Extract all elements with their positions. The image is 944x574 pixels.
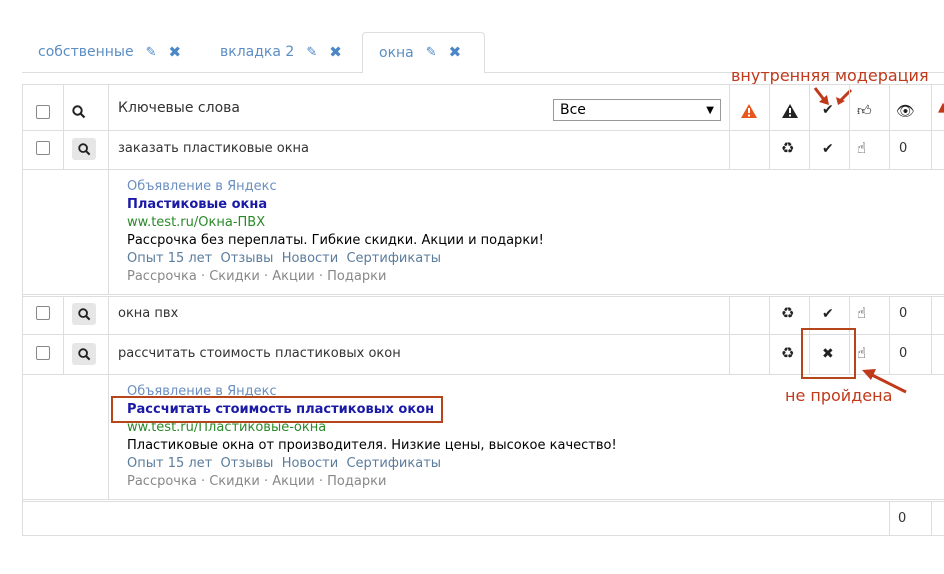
search-icon [77, 347, 90, 360]
select-all-checkbox[interactable] [36, 105, 50, 119]
close-icon[interactable]: ✖ [449, 45, 462, 60]
tab-label: собственные [38, 44, 134, 60]
row-search-button[interactable] [72, 343, 96, 365]
ad-sitelinks[interactable]: Опыт 15 лет Отзывы Новости Сертификаты [127, 455, 617, 473]
ad-callouts: Рассрочка · Скидки · Акции · Подарки [127, 269, 387, 284]
row-count: 0 [899, 346, 908, 361]
ad-url[interactable]: ww.test.ru/Окна-ПВХ [127, 214, 544, 232]
row-count: 0 [899, 306, 908, 321]
search-icon [77, 142, 90, 155]
filter-select-value: Все [560, 102, 586, 118]
highlight-box-title [111, 396, 443, 423]
ad-callouts: Рассрочка · Скидки · Акции · Подарки [127, 474, 387, 489]
check-icon[interactable]: ✔ [822, 306, 834, 322]
footer-total: 0 [898, 511, 907, 526]
thumbs-up-outline-icon[interactable]: ☝︎ [857, 344, 866, 362]
search-icon [77, 307, 90, 320]
recycle-icon[interactable]: ♻ [781, 139, 794, 157]
keywords-header: Ключевые слова [118, 100, 240, 116]
ad-text: Рассрочка без переплаты. Гибкие скидки. … [127, 233, 544, 248]
close-icon[interactable]: ✖ [169, 44, 182, 60]
row-search-button[interactable] [72, 303, 96, 325]
ad-sitelinks[interactable]: Опыт 15 лет Отзывы Новости Сертификаты [127, 250, 544, 268]
ad-text: Пластиковые окна от производителя. Низки… [127, 438, 617, 453]
row-checkbox[interactable] [36, 141, 50, 155]
check-icon[interactable]: ✔ [822, 141, 834, 157]
keyword-text: окна пвх [118, 306, 179, 321]
annotation-not-passed: не пройдена [785, 386, 893, 405]
pencil-icon[interactable]: ✎ [426, 46, 437, 59]
pencil-icon[interactable]: ✎ [146, 46, 157, 59]
search-icon[interactable] [72, 105, 86, 119]
ad-source: Объявление в Яндекс [127, 179, 277, 194]
ad-preview: Объявление в Яндекс Пластиковые окна ww.… [127, 178, 544, 286]
annotation-internal-moderation: внутренняя модерация [731, 66, 929, 85]
row-count: 0 [899, 141, 908, 156]
tab-okna[interactable]: окна ✎ ✖ [362, 32, 485, 73]
moderation-check-icon[interactable]: ✔ [822, 102, 834, 118]
dropdown-arrow-icon: ▼ [706, 104, 714, 116]
thumbs-up-icon[interactable]: 👍︎ [857, 102, 872, 119]
keyword-text: заказать пластиковые окна [118, 141, 310, 156]
recycle-icon[interactable]: ♻ [781, 304, 794, 322]
ad-title[interactable]: Пластиковые окна [127, 196, 544, 214]
warning-icon[interactable] [782, 104, 798, 118]
recycle-icon[interactable]: ♻ [781, 344, 794, 362]
warning-orange-icon[interactable] [741, 104, 757, 118]
tab-sobstvennye[interactable]: собственные ✎ ✖ [22, 32, 197, 72]
tab-vkladka-2[interactable]: вкладка 2 ✎ ✖ [204, 32, 358, 72]
eye-icon[interactable]: 👁︎ [896, 102, 915, 120]
tab-label: окна [379, 44, 414, 61]
row-checkbox[interactable] [36, 346, 50, 360]
row-search-button[interactable] [72, 138, 96, 160]
highlight-box-moderation [801, 328, 856, 379]
filter-select[interactable]: Все ▼ [553, 99, 721, 121]
pencil-icon[interactable]: ✎ [306, 46, 317, 59]
tab-label: вкладка 2 [220, 44, 295, 60]
partial-column-icon: ▲ [938, 100, 944, 114]
thumbs-up-outline-icon[interactable]: ☝︎ [857, 304, 866, 322]
close-icon[interactable]: ✖ [329, 44, 342, 60]
thumbs-up-outline-icon[interactable]: ☝︎ [857, 139, 866, 157]
row-checkbox[interactable] [36, 306, 50, 320]
keyword-text: рассчитать стоимость пластиковых окон [118, 346, 401, 361]
